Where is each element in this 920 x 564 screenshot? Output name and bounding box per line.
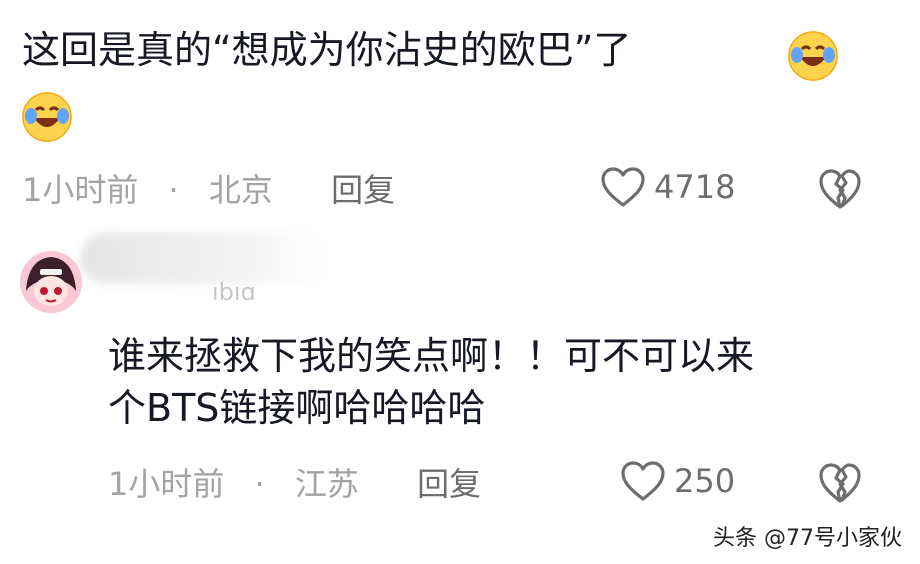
like-button[interactable]: 4718 [600, 166, 735, 208]
like-count: 250 [674, 462, 736, 500]
comment-text-line: 个BTS链接啊哈哈哈哈 [108, 386, 486, 430]
timestamp: 1小时前 [22, 171, 139, 209]
location: 江苏 [294, 465, 359, 503]
timestamp: 1小时前 [108, 465, 225, 503]
dislike-button[interactable] [818, 462, 862, 508]
separator-dot: · [254, 465, 265, 503]
watermark: 头条 @77号小家伙 [713, 526, 902, 551]
rolling-laughing-emoji-icon [788, 31, 838, 81]
comment-meta: 1小时前 · 北京 回复 [22, 170, 395, 210]
broken-heart-icon [819, 169, 861, 209]
username-partial: ıbıɑ [212, 278, 256, 306]
rolling-laughing-emoji-icon [22, 92, 72, 142]
separator-dot: · [168, 171, 179, 209]
heart-outline-icon [621, 461, 665, 501]
comment-text-line: 谁来拯救下我的笑点啊！！可不可以来 [108, 334, 755, 378]
reply-button[interactable]: 回复 [417, 465, 481, 503]
location: 北京 [208, 171, 273, 209]
reply-button[interactable]: 回复 [331, 171, 395, 209]
comment-meta: 1小时前 · 江苏 回复 [108, 464, 481, 504]
comment-text: 谁来拯救下我的笑点啊！！可不可以来 个BTS链接啊哈哈哈哈 [108, 330, 754, 434]
broken-heart-icon [819, 463, 861, 503]
avatar[interactable] [20, 251, 82, 313]
comment-text: 这回是真的“想成为你沾史的欧巴”了 [22, 24, 631, 76]
dislike-button[interactable] [818, 168, 862, 214]
comment-text-line: 这回是真的“想成为你沾史的欧巴”了 [22, 28, 632, 72]
like-count: 4718 [654, 168, 736, 206]
username-blurred [80, 232, 330, 284]
like-button[interactable]: 250 [620, 460, 735, 502]
heart-outline-icon [601, 167, 645, 207]
